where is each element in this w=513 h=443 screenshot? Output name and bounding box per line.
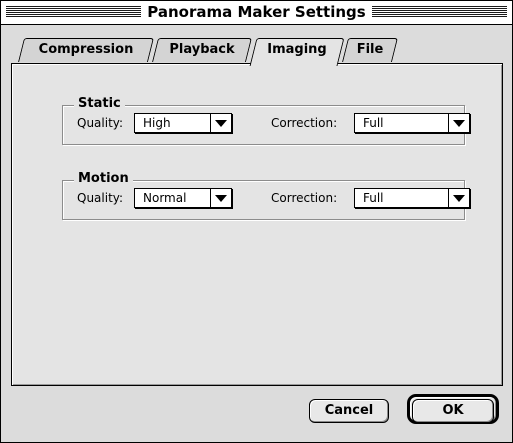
chevron-down-icon [215,120,227,127]
motion-quality-value: Normal [143,191,187,205]
title-bar-stripes-left [6,6,141,18]
chevron-down-icon [453,195,465,202]
motion-correction-label: Correction: [271,191,338,205]
motion-quality-label: Quality: [77,191,124,205]
window-title: Panorama Maker Settings [141,3,372,21]
static-quality-dropdown-button[interactable] [210,114,231,132]
title-bar[interactable]: Panorama Maker Settings [1,1,512,25]
tab-imaging-label: Imaging [267,42,327,57]
cancel-button[interactable]: Cancel [309,399,389,423]
static-quality-label: Quality: [77,116,124,130]
static-group-label: Static [74,96,125,111]
motion-quality-select[interactable]: Normal [134,188,232,208]
static-correction-label: Correction: [271,116,338,130]
chevron-down-icon [215,195,227,202]
tab-compression-label: Compression [38,42,134,57]
motion-correction-dropdown-button[interactable] [448,189,469,207]
tab-file[interactable]: File [342,38,398,62]
motion-quality-dropdown-button[interactable] [210,189,231,207]
motion-group: Motion Quality: Normal Correction: Full [62,171,470,220]
static-quality-select[interactable]: High [134,113,232,133]
title-bar-stripes-right [372,6,507,18]
static-quality-value: High [143,116,171,130]
imaging-panel: Static Quality: High Correction: Full Mo… [11,63,503,386]
settings-dialog: Panorama Maker Settings Compression Play… [0,0,513,443]
static-correction-value: Full [363,116,384,130]
static-correction-select[interactable]: Full [354,113,470,133]
chevron-down-icon [453,120,465,127]
motion-correction-value: Full [363,191,384,205]
static-correction-dropdown-button[interactable] [448,114,469,132]
tab-imaging[interactable]: Imaging [249,38,345,66]
motion-correction-select[interactable]: Full [354,188,470,208]
tab-playback-label: Playback [169,42,235,57]
tab-file-label: File [356,42,384,57]
motion-group-label: Motion [74,171,133,186]
ok-button[interactable]: OK [412,399,494,423]
static-group: Static Quality: High Correction: Full [62,96,470,145]
tab-playback[interactable]: Playback [152,38,252,62]
tab-compression[interactable]: Compression [18,38,154,62]
